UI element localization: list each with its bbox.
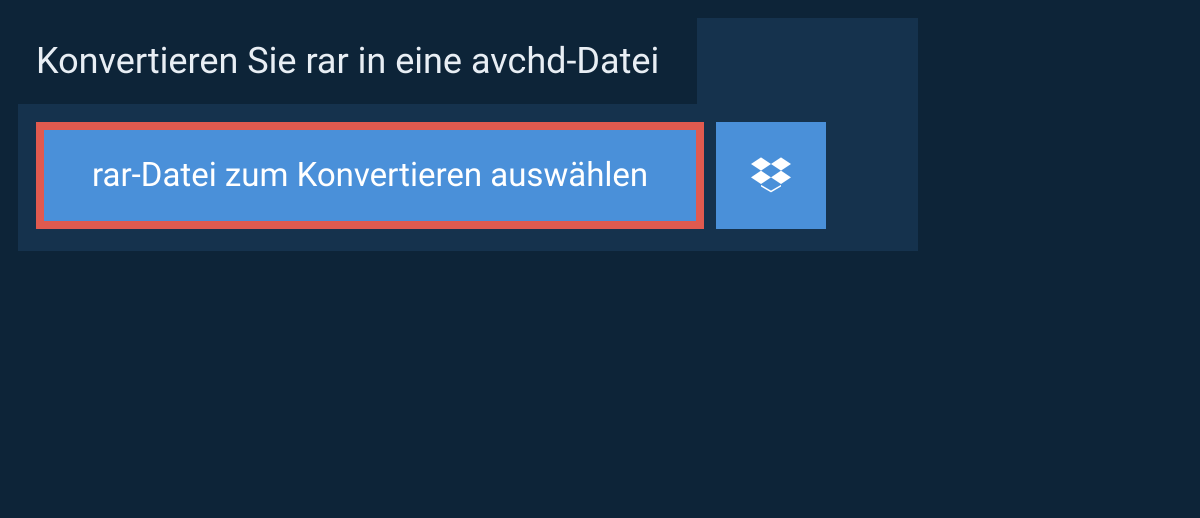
page-title: Konvertieren Sie rar in eine avchd-Datei [18,18,697,104]
button-row: rar-Datei zum Konvertieren auswählen [18,104,918,229]
converter-panel: Konvertieren Sie rar in eine avchd-Datei… [18,18,918,251]
select-file-label: rar-Datei zum Konvertieren auswählen [92,156,648,195]
dropbox-icon [751,154,791,198]
select-file-button[interactable]: rar-Datei zum Konvertieren auswählen [36,122,704,229]
dropbox-button[interactable] [716,122,826,229]
